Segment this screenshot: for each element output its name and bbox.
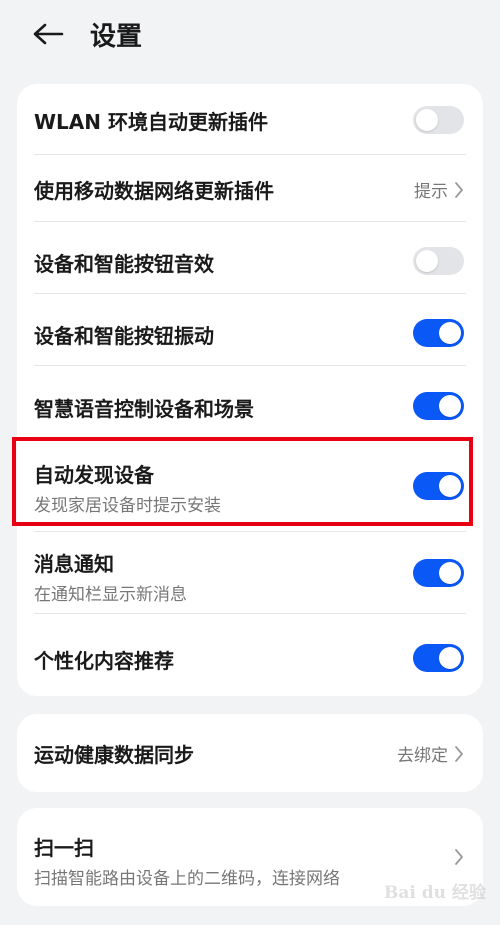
settings-page: 设置 WLAN 环境自动更新插件 使用移动数据网络更新插件 提示 设备和智能按钮… <box>0 0 500 925</box>
personalized-toggle[interactable] <box>413 644 464 672</box>
row-label: 扫一扫 <box>34 836 94 860</box>
back-button[interactable] <box>28 14 68 54</box>
header: 设置 <box>0 0 500 70</box>
health-sync-value-link[interactable]: 去绑定 <box>397 741 464 766</box>
chevron-right-icon <box>455 181 463 198</box>
row-sublabel: 在通知栏显示新消息 <box>34 585 187 605</box>
row-label: 自动发现设备 <box>34 463 154 487</box>
row-label: WLAN 环境自动更新插件 <box>34 110 268 134</box>
toggle-knob <box>439 562 461 584</box>
settings-card-main: WLAN 环境自动更新插件 使用移动数据网络更新插件 提示 设备和智能按钮音效 … <box>17 84 483 696</box>
row-sublabel: 扫描智能路由设备上的二维码，连接网络 <box>34 869 340 889</box>
button-sound-toggle[interactable] <box>413 247 464 275</box>
mobile-data-value-link[interactable]: 提示 <box>414 177 464 202</box>
row-label: 使用移动数据网络更新插件 <box>34 179 274 203</box>
button-vibration-toggle[interactable] <box>413 319 464 347</box>
voice-control-toggle[interactable] <box>413 392 464 420</box>
row-label: 设备和智能按钮音效 <box>34 252 214 276</box>
row-personalized[interactable]: 个性化内容推荐 <box>17 614 483 696</box>
row-voice-control[interactable]: 智慧语音控制设备和场景 <box>17 366 483 438</box>
row-label: 运动健康数据同步 <box>34 743 194 767</box>
notifications-toggle[interactable] <box>413 559 464 587</box>
arrow-left-icon <box>33 23 64 45</box>
auto-discover-toggle[interactable] <box>413 472 464 500</box>
row-health-sync[interactable]: 运动健康数据同步 去绑定 <box>17 714 483 792</box>
wlan-auto-update-toggle[interactable] <box>413 106 464 134</box>
row-auto-discover[interactable]: 自动发现设备 发现家居设备时提示安装 <box>17 438 483 532</box>
row-label: 消息通知 <box>34 552 114 576</box>
watermark-text: Bai du 经验 <box>384 883 486 903</box>
toggle-knob <box>439 395 461 417</box>
toggle-knob <box>439 647 461 669</box>
row-label: 智慧语音控制设备和场景 <box>34 397 254 421</box>
chevron-right-icon <box>455 849 463 865</box>
row-label: 个性化内容推荐 <box>34 649 174 673</box>
row-wlan-auto-update[interactable]: WLAN 环境自动更新插件 <box>17 84 483 155</box>
row-value: 去绑定 <box>397 746 448 766</box>
row-sublabel: 发现家居设备时提示安装 <box>34 496 221 516</box>
row-notifications[interactable]: 消息通知 在通知栏显示新消息 <box>17 532 483 614</box>
page-title: 设置 <box>90 22 143 52</box>
toggle-knob <box>439 475 461 497</box>
scan-link[interactable] <box>454 848 464 866</box>
row-button-sound[interactable]: 设备和智能按钮音效 <box>17 222 483 294</box>
toggle-knob <box>416 109 438 131</box>
toggle-knob <box>416 250 438 272</box>
settings-card-health: 运动健康数据同步 去绑定 <box>17 714 483 792</box>
chevron-right-icon <box>455 745 463 762</box>
row-button-vibration[interactable]: 设备和智能按钮振动 <box>17 294 483 366</box>
row-label: 设备和智能按钮振动 <box>34 324 214 348</box>
baidu-watermark: Bai du 经验 <box>382 868 492 914</box>
row-value: 提示 <box>414 182 448 202</box>
toggle-knob <box>439 322 461 344</box>
row-mobile-data-update[interactable]: 使用移动数据网络更新插件 提示 <box>17 155 483 222</box>
